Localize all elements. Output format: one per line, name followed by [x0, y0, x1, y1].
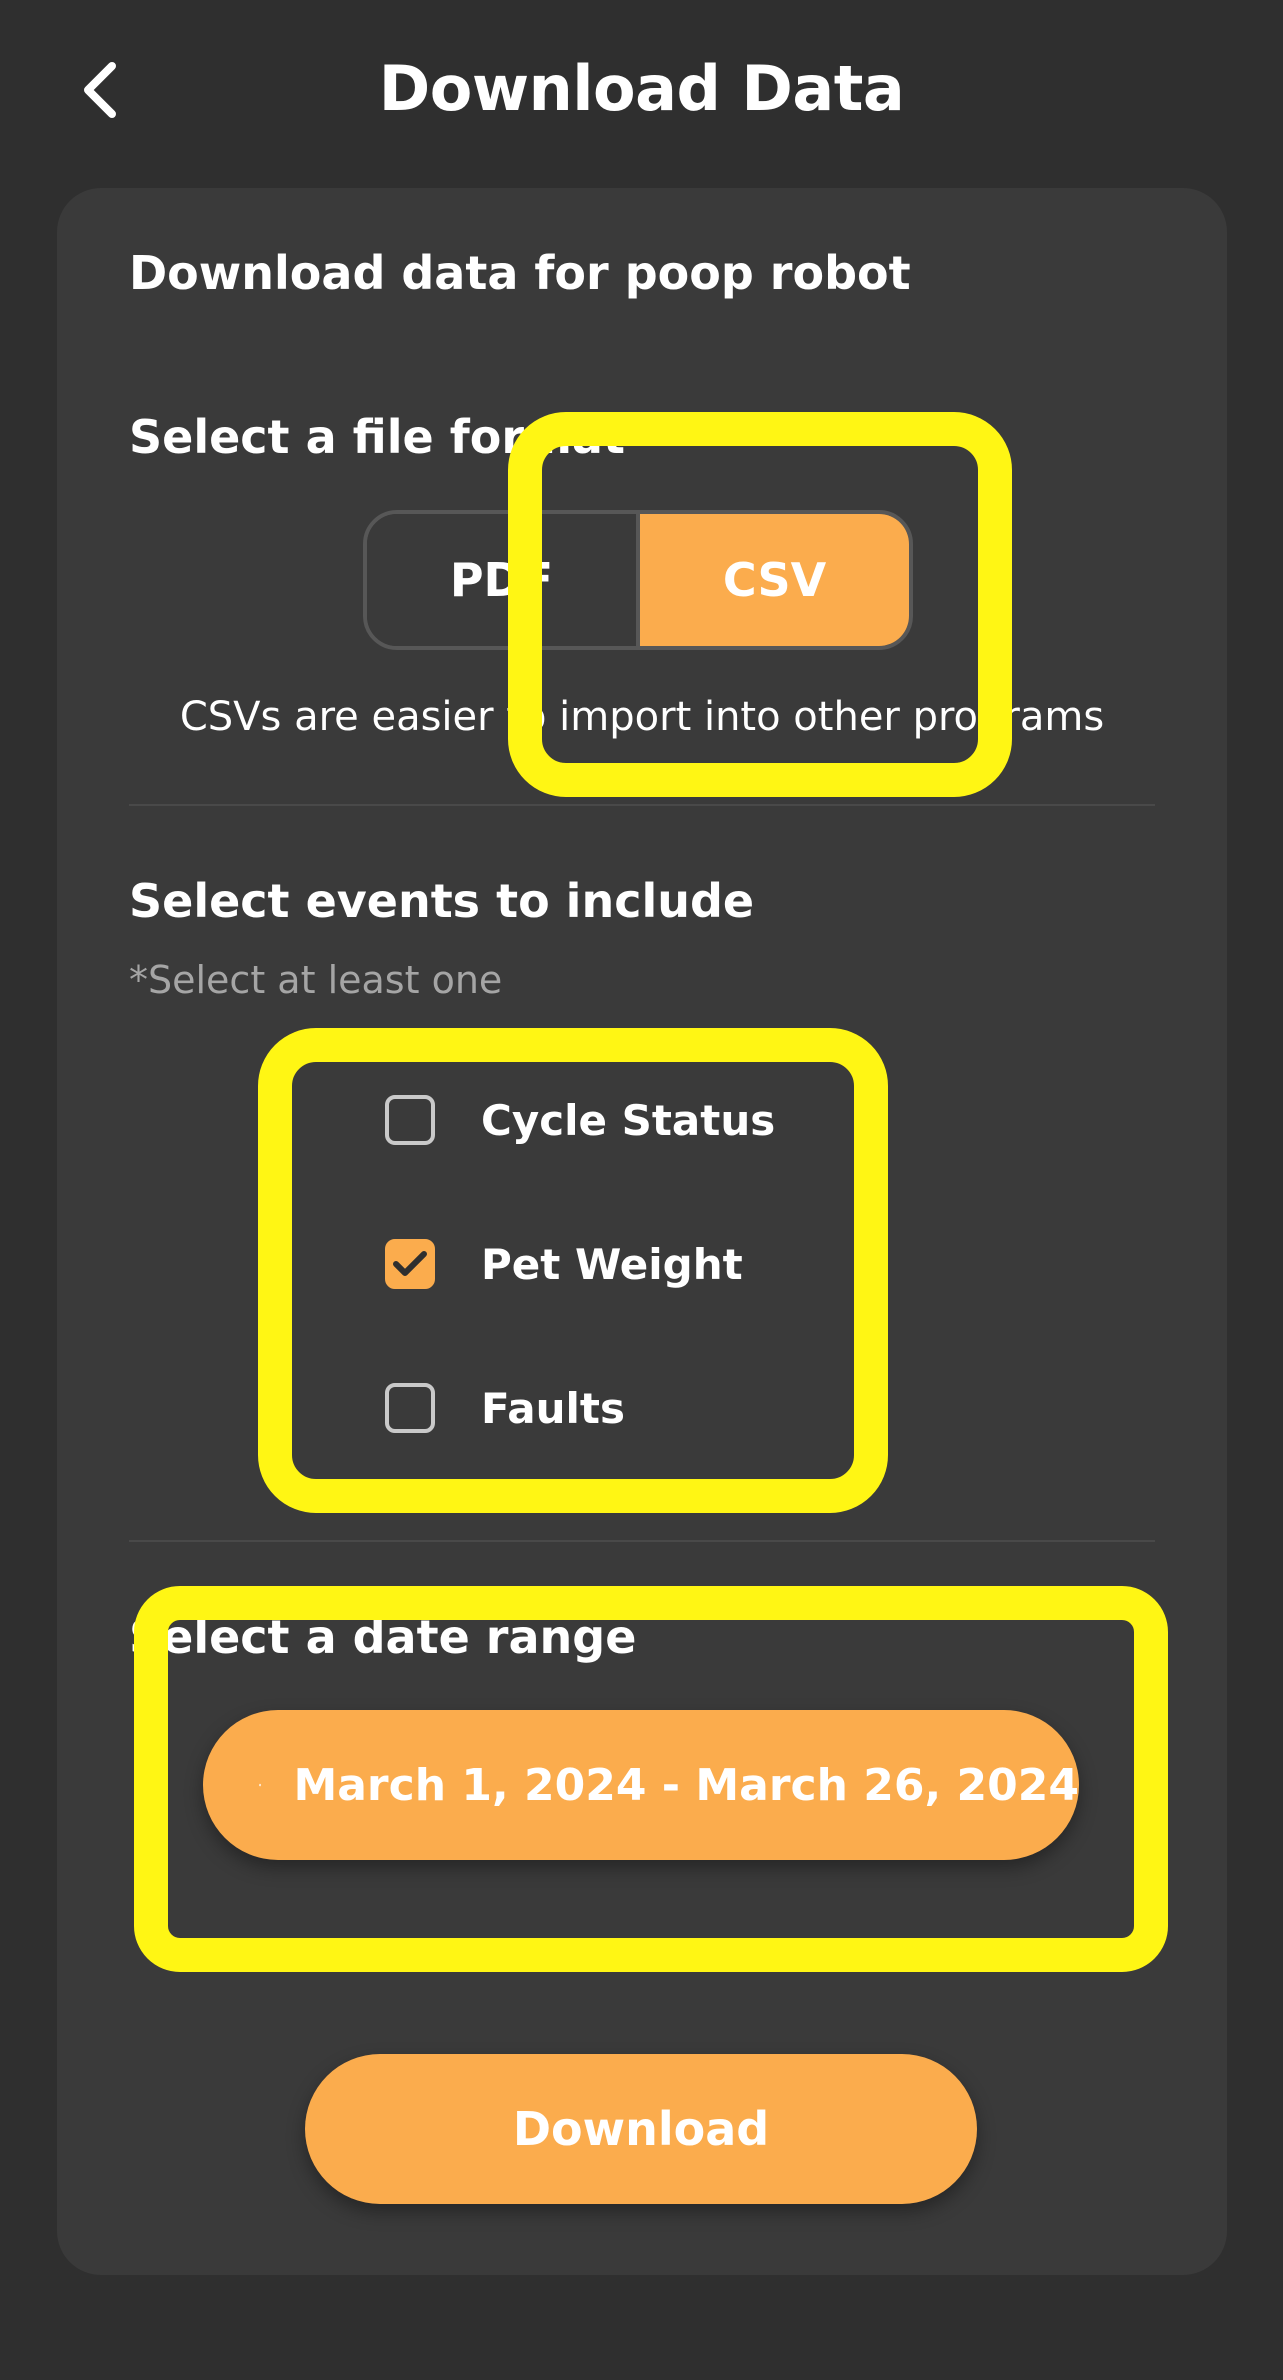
- csv-option[interactable]: CSV: [640, 514, 909, 646]
- date-range-button[interactable]: March 1, 2024 - March 26, 2024: [203, 1710, 1079, 1860]
- checkmark-icon: [393, 1251, 427, 1276]
- divider: [129, 1540, 1155, 1542]
- format-helper-text: CSVs are easier to import into other pro…: [179, 694, 1105, 740]
- checkbox-row-cycle-status[interactable]: Cycle Status: [385, 1085, 775, 1155]
- divider: [129, 804, 1155, 806]
- checkbox-row-pet-weight[interactable]: Pet Weight: [385, 1229, 743, 1299]
- events-label: Select events to include: [129, 874, 755, 928]
- pdf-option[interactable]: PDF: [367, 514, 640, 646]
- checkbox-label: Faults: [481, 1383, 625, 1433]
- checkbox-label: Cycle Status: [481, 1095, 776, 1145]
- checkbox-cycle-status[interactable]: [385, 1095, 435, 1145]
- checkbox-pet-weight[interactable]: [385, 1239, 435, 1289]
- calendar-icon: [259, 1783, 262, 1787]
- card-title: Download data for poop robot: [129, 246, 911, 300]
- date-range-value: March 1, 2024 - March 26, 2024: [293, 1759, 1079, 1811]
- checkbox-faults[interactable]: [385, 1383, 435, 1433]
- page-title: Download Data: [378, 52, 905, 125]
- header: Download Data: [0, 0, 1283, 180]
- checkbox-row-faults[interactable]: Faults: [385, 1373, 625, 1443]
- download-card: Download data for poop robot Select a fi…: [57, 188, 1227, 2275]
- download-button[interactable]: Download: [305, 2054, 977, 2204]
- file-format-toggle: PDF CSV: [363, 510, 913, 650]
- file-format-label: Select a file format: [129, 410, 625, 464]
- checkbox-label: Pet Weight: [481, 1239, 743, 1289]
- date-range-label: Select a date range: [129, 1610, 637, 1664]
- events-note: *Select at least one: [129, 958, 503, 1002]
